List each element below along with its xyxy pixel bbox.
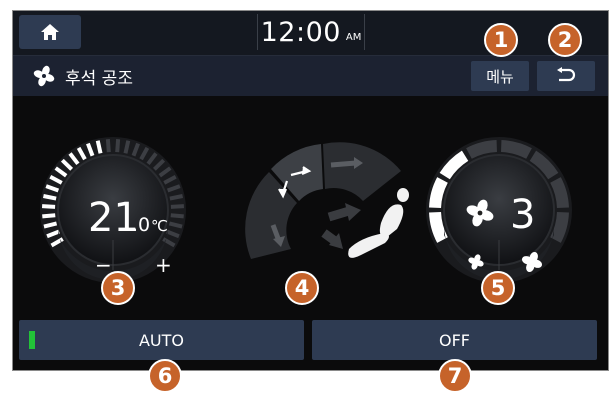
auto-button[interactable]: AUTO xyxy=(19,320,304,360)
scale-tick xyxy=(105,139,111,153)
temperature-unit: ℃ xyxy=(151,217,168,235)
clock: 12:00 AM xyxy=(257,14,365,50)
back-icon xyxy=(557,67,576,82)
temperature-up-button[interactable]: + xyxy=(155,253,172,277)
callout-6: 6 xyxy=(148,359,182,393)
clock-time: 12:00 xyxy=(260,16,341,48)
scale-tick xyxy=(170,213,184,219)
callout-1: 1 xyxy=(484,23,518,57)
airflow-mode-selector[interactable] xyxy=(211,141,411,281)
temperature-decimal: .0 xyxy=(132,214,150,236)
status-bar: 12:00 AM xyxy=(13,11,608,55)
page-title-text: 후석 공조 xyxy=(65,68,133,89)
home-button[interactable] xyxy=(19,15,81,49)
fan-icon xyxy=(33,65,55,87)
callout-2: 2 xyxy=(548,23,582,57)
back-button[interactable] xyxy=(537,61,595,91)
callout-5: 5 xyxy=(481,271,515,305)
title-bar: 후석 공조 메뉴 xyxy=(13,55,608,96)
off-label: OFF xyxy=(439,330,470,350)
seat-icon xyxy=(348,188,409,258)
menu-button[interactable]: 메뉴 xyxy=(471,61,529,91)
airflow-arrows-icon xyxy=(321,203,361,249)
callout-4: 4 xyxy=(285,271,319,305)
scale-tick xyxy=(95,140,103,154)
page-title: 후석 공조 xyxy=(33,56,133,96)
callout-7: 7 xyxy=(438,359,472,393)
climate-screen: 12:00 AM 후석 공조 메뉴 21 .0 ℃ − + 3 AUTO OFF xyxy=(12,10,609,371)
callout-3: 3 xyxy=(101,271,135,305)
airflow-mode-top[interactable] xyxy=(323,142,401,201)
fan-speed-value: 3 xyxy=(510,192,535,238)
off-button[interactable]: OFF xyxy=(312,320,597,360)
scale-tick xyxy=(43,194,57,201)
home-icon xyxy=(41,24,59,40)
fan-speed-dial[interactable]: 3 xyxy=(424,135,574,285)
auto-indicator xyxy=(29,331,35,349)
clock-ampm: AM xyxy=(345,31,362,43)
auto-label: AUTO xyxy=(138,330,185,350)
scale-tick xyxy=(169,194,183,201)
scale-tick xyxy=(115,139,121,153)
scale-tick xyxy=(41,204,56,209)
temperature-dial[interactable]: 21 .0 ℃ − + xyxy=(38,135,188,285)
scale-tick xyxy=(170,204,185,209)
scale-tick xyxy=(123,140,131,154)
scale-tick xyxy=(42,213,56,219)
